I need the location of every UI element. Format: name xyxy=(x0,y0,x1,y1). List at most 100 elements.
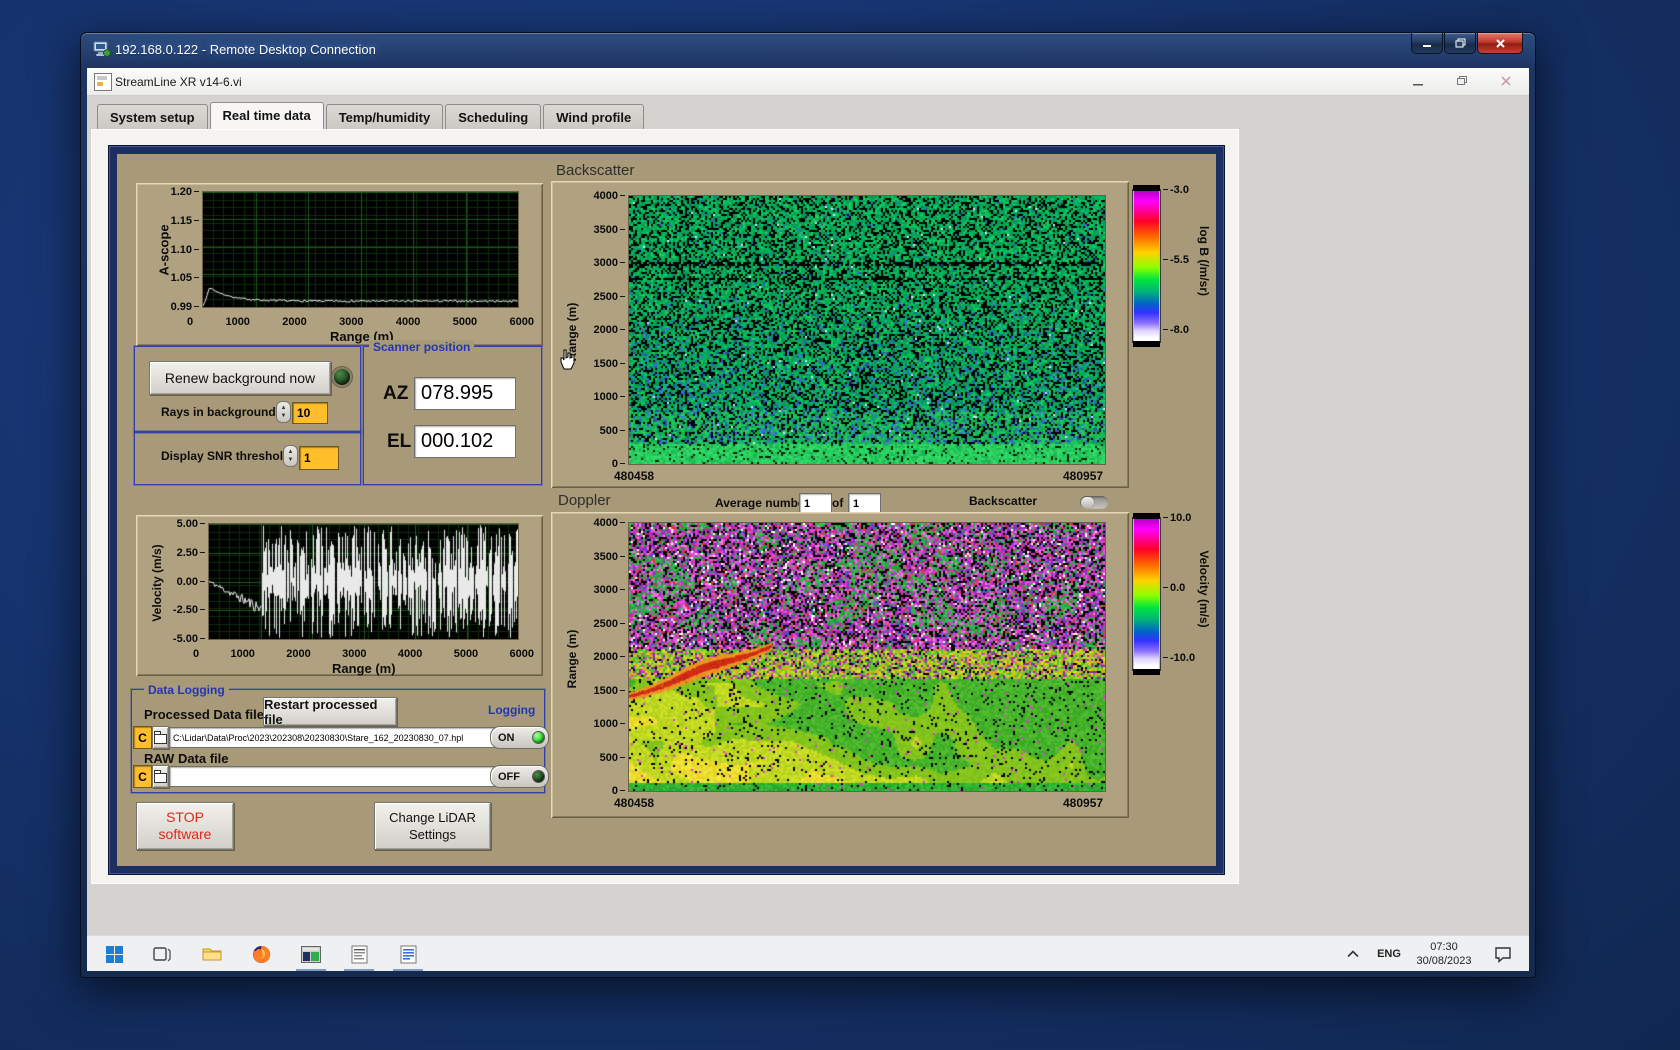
rays-spinner[interactable]: ▲ ▼ xyxy=(276,401,291,423)
processed-browse-button[interactable] xyxy=(152,726,169,749)
remote-desktop-icon xyxy=(93,41,111,57)
rdp-titlebar[interactable]: 192.168.0.122 - Remote Desktop Connectio… xyxy=(81,33,1535,67)
rdp-window-title: 192.168.0.122 - Remote Desktop Connectio… xyxy=(115,42,376,57)
backscatter-y-tick: 1500 xyxy=(594,358,625,370)
tab-scheduling[interactable]: Scheduling xyxy=(445,104,542,129)
velocity-x-tick: 6000 xyxy=(509,648,534,660)
remote-session: StreamLine XR v14-6.vi System setup Real… xyxy=(87,68,1529,971)
close-button[interactable] xyxy=(1477,33,1523,54)
start-button[interactable] xyxy=(93,936,135,971)
app-restore-button[interactable] xyxy=(1447,72,1477,90)
notifications-button[interactable] xyxy=(1483,936,1523,971)
tab-system-setup[interactable]: System setup xyxy=(97,104,208,129)
raw-path-field[interactable] xyxy=(169,766,497,787)
snr-threshold-label: Display SNR threshold xyxy=(161,449,291,463)
processed-logging-toggle[interactable]: ON xyxy=(490,726,549,749)
ascope-y-tick: 1.05 xyxy=(171,272,199,284)
backscatter-display-toggle[interactable] xyxy=(1080,496,1108,509)
ascope-x-tick: 1000 xyxy=(225,316,250,328)
el-value-field[interactable]: 000.102 xyxy=(414,425,516,458)
backscatter-colorbar-tick: -3.0 xyxy=(1163,184,1189,196)
backscatter-y-tick: 3500 xyxy=(594,224,625,236)
ascope-x-ticks: 0 1000 2000 3000 4000 5000 6000 xyxy=(187,316,534,328)
doppler-y-ticks: 4000 3500 3000 2500 2000 1500 1000 500 0 xyxy=(581,517,625,797)
doppler-y-tick: 1000 xyxy=(594,718,625,730)
snr-spinner[interactable]: ▲ ▼ xyxy=(283,445,298,467)
windows-logo-icon xyxy=(105,945,123,963)
folder-icon xyxy=(154,770,167,783)
stop-software-button[interactable]: STOP software xyxy=(136,802,234,850)
scan-schedule-button[interactable] xyxy=(338,936,380,971)
restore-button[interactable] xyxy=(1444,33,1476,54)
doppler-y-label: Range (m) xyxy=(565,629,579,689)
minimize-button[interactable] xyxy=(1411,33,1443,54)
firefox-button[interactable] xyxy=(240,936,282,971)
backscatter-colorbar-label: log B (/m/sr) xyxy=(1197,225,1211,297)
processed-logging-led xyxy=(533,732,544,743)
streamline-app-button[interactable] xyxy=(290,936,332,971)
doppler-title: Doppler xyxy=(558,492,611,509)
backscatter-time-end: 480957 xyxy=(1063,469,1104,483)
doppler-y-tick: 500 xyxy=(600,752,625,764)
app-window-controls xyxy=(1403,72,1521,90)
chevron-up-icon xyxy=(1347,950,1359,958)
desktop: 192.168.0.122 - Remote Desktop Connectio… xyxy=(0,0,1680,1050)
ascope-y-label: A-scope xyxy=(156,224,172,276)
processed-drive-selector[interactable]: C xyxy=(133,726,152,749)
average-number-field[interactable]: 1 xyxy=(799,493,832,514)
doppler-time-start: 480458 xyxy=(614,796,655,810)
processed-path-field[interactable]: C:\Lidar\Data\Proc\2023\202308\20230830\… xyxy=(169,727,497,748)
tray-expand-button[interactable] xyxy=(1337,936,1369,971)
el-label: EL xyxy=(387,431,412,452)
app-titlebar[interactable]: StreamLine XR v14-6.vi xyxy=(87,68,1529,96)
backscatter-colorbar-tick: -5.5 xyxy=(1163,254,1189,266)
backscatter-y-tick: 1000 xyxy=(594,391,625,403)
velocity-x-label: Range (m) xyxy=(332,661,396,676)
doppler-y-tick: 2000 xyxy=(594,651,625,663)
toggle-knob xyxy=(1081,497,1094,508)
scanner-position-title: Scanner position xyxy=(369,340,475,354)
backscatter-y-tick: 2500 xyxy=(594,291,625,303)
tab-wind-profile[interactable]: Wind profile xyxy=(543,104,645,129)
app-minimize-button[interactable] xyxy=(1403,72,1433,90)
clock[interactable]: 07:30 30/08/2023 xyxy=(1407,936,1481,971)
renew-background-button[interactable]: Renew background now xyxy=(149,361,331,395)
doppler-y-tick: 1500 xyxy=(594,685,625,697)
doppler-colorbar-tick: -10.0 xyxy=(1163,652,1195,664)
front-panel: 1.20 1.15 1.10 1.05 0.99 A-scope 0 1000 2000 30… xyxy=(108,145,1225,875)
of-label: of xyxy=(832,496,844,510)
average-total-field[interactable]: 1 xyxy=(848,493,881,514)
restart-processed-file-button[interactable]: Restart processed file xyxy=(263,697,397,727)
language-indicator[interactable]: ENG xyxy=(1371,936,1407,971)
remote-taskbar: ENG 07:30 30/08/2023 xyxy=(87,935,1529,971)
raw-logging-toggle[interactable]: OFF xyxy=(490,765,549,788)
tab-real-time-data[interactable]: Real time data xyxy=(209,102,324,131)
ascope-y-tick: 1.10 xyxy=(171,244,199,256)
app-close-button[interactable] xyxy=(1491,72,1521,90)
backscatter-y-tick: 4000 xyxy=(594,190,625,202)
rays-value-field[interactable]: 10 xyxy=(292,402,328,424)
ascope-plot xyxy=(203,192,518,307)
tab-temp-humidity[interactable]: Temp/humidity xyxy=(325,104,444,129)
doppler-colorbar-tick: 0.0 xyxy=(1163,582,1195,594)
task-view-button[interactable] xyxy=(141,936,183,971)
file-explorer-button[interactable] xyxy=(191,936,233,971)
snr-value-field[interactable]: 1 xyxy=(299,446,339,470)
az-value-field[interactable]: 078.995 xyxy=(414,377,516,410)
ascope-x-tick: 5000 xyxy=(452,316,478,328)
az-label: AZ xyxy=(383,383,409,404)
folder-icon xyxy=(202,948,222,961)
velocity-y-ticks: 5.00 2.50 0.00 -2.50 -5.00 xyxy=(161,518,205,645)
raw-drive-selector[interactable]: C xyxy=(133,765,152,788)
raw-browse-button[interactable] xyxy=(152,765,169,788)
rdp-window: 192.168.0.122 - Remote Desktop Connectio… xyxy=(80,32,1536,978)
rdp-window-controls xyxy=(1411,33,1523,54)
backscatter-title: Backscatter xyxy=(556,162,635,179)
data-logging-title: Data Logging xyxy=(144,683,229,697)
ascope-x-tick: 6000 xyxy=(509,316,534,328)
change-lidar-settings-button[interactable]: Change LiDAR Settings xyxy=(374,802,491,850)
doppler-y-tick: 4000 xyxy=(594,517,625,529)
notepad-button[interactable] xyxy=(387,936,429,971)
backscatter-y-tick: 3000 xyxy=(594,257,625,269)
velocity-y-tick: 2.50 xyxy=(177,547,205,559)
